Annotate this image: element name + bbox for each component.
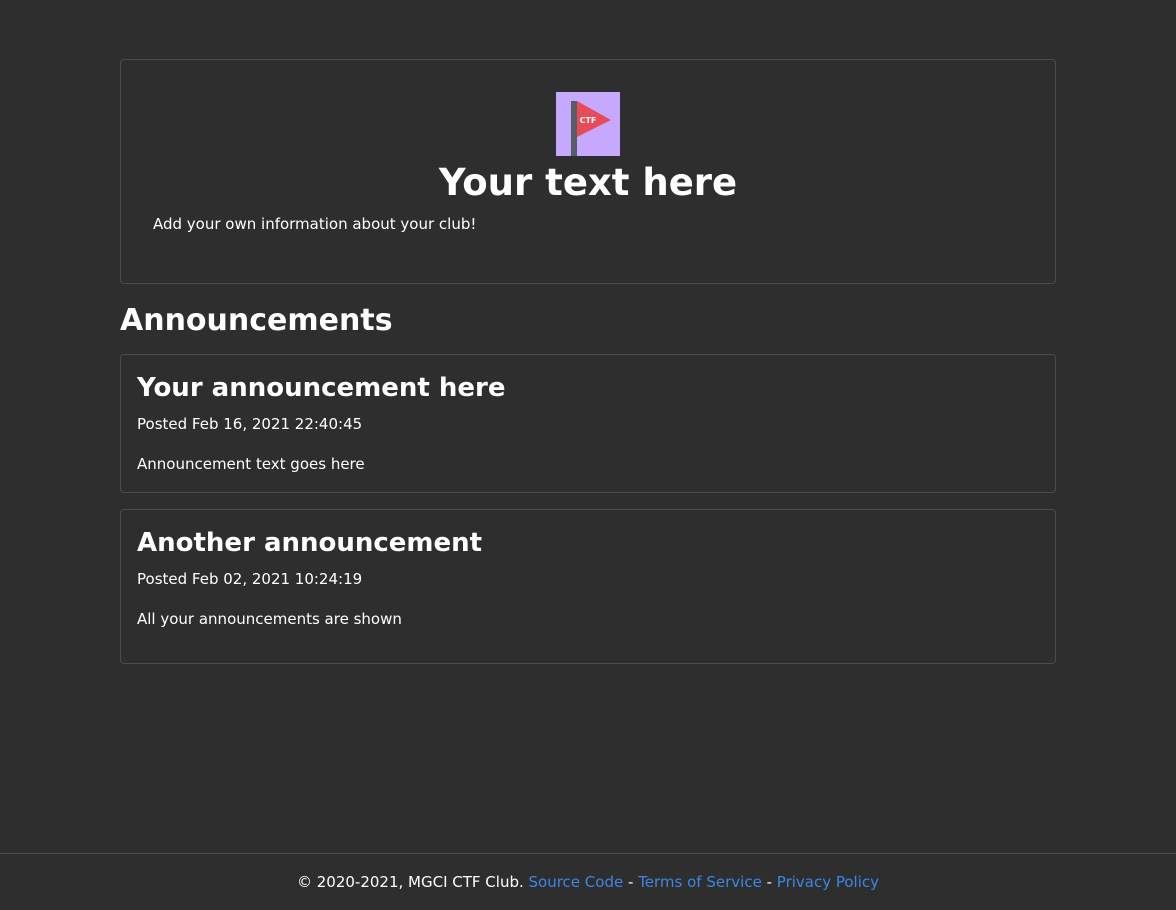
terms-of-service-link[interactable]: Terms of Service	[638, 873, 762, 891]
announcement-body: All your announcements are shown	[137, 610, 402, 628]
footer-separator: -	[766, 873, 772, 891]
announcements-heading: Announcements	[120, 303, 393, 338]
intro-card: CTF Your text here Add your own informat…	[120, 59, 1056, 284]
copyright-text: © 2020-2021, MGCI CTF Club.	[296, 873, 524, 891]
announcement-title: Your announcement here	[137, 373, 506, 403]
page: CTF Your text here Add your own informat…	[0, 0, 1176, 910]
privacy-policy-link[interactable]: Privacy Policy	[777, 873, 879, 891]
announcement-body: Announcement text goes here	[137, 455, 365, 473]
source-code-link[interactable]: Source Code	[529, 873, 624, 891]
flag-pole	[571, 101, 577, 156]
main-content: CTF Your text here Add your own informat…	[120, 59, 1056, 664]
intro-description: Add your own information about your club…	[153, 215, 477, 233]
announcement-title: Another announcement	[137, 528, 483, 558]
footer-separator: -	[627, 873, 634, 891]
announcement-card: Another announcement Posted Feb 02, 2021…	[120, 509, 1056, 664]
ctf-flag-icon: CTF	[571, 101, 611, 156]
ctf-flag-logo: CTF	[556, 92, 620, 156]
site-footer: © 2020-2021, MGCI CTF Club. Source Code …	[0, 853, 1176, 910]
logo-text: CTF	[580, 116, 597, 125]
announcement-date: Posted Feb 02, 2021 10:24:19	[137, 570, 363, 588]
intro-title: Your text here	[438, 161, 738, 204]
announcement-card: Your announcement here Posted Feb 16, 20…	[120, 354, 1056, 493]
announcement-date: Posted Feb 16, 2021 22:40:45	[137, 415, 363, 433]
